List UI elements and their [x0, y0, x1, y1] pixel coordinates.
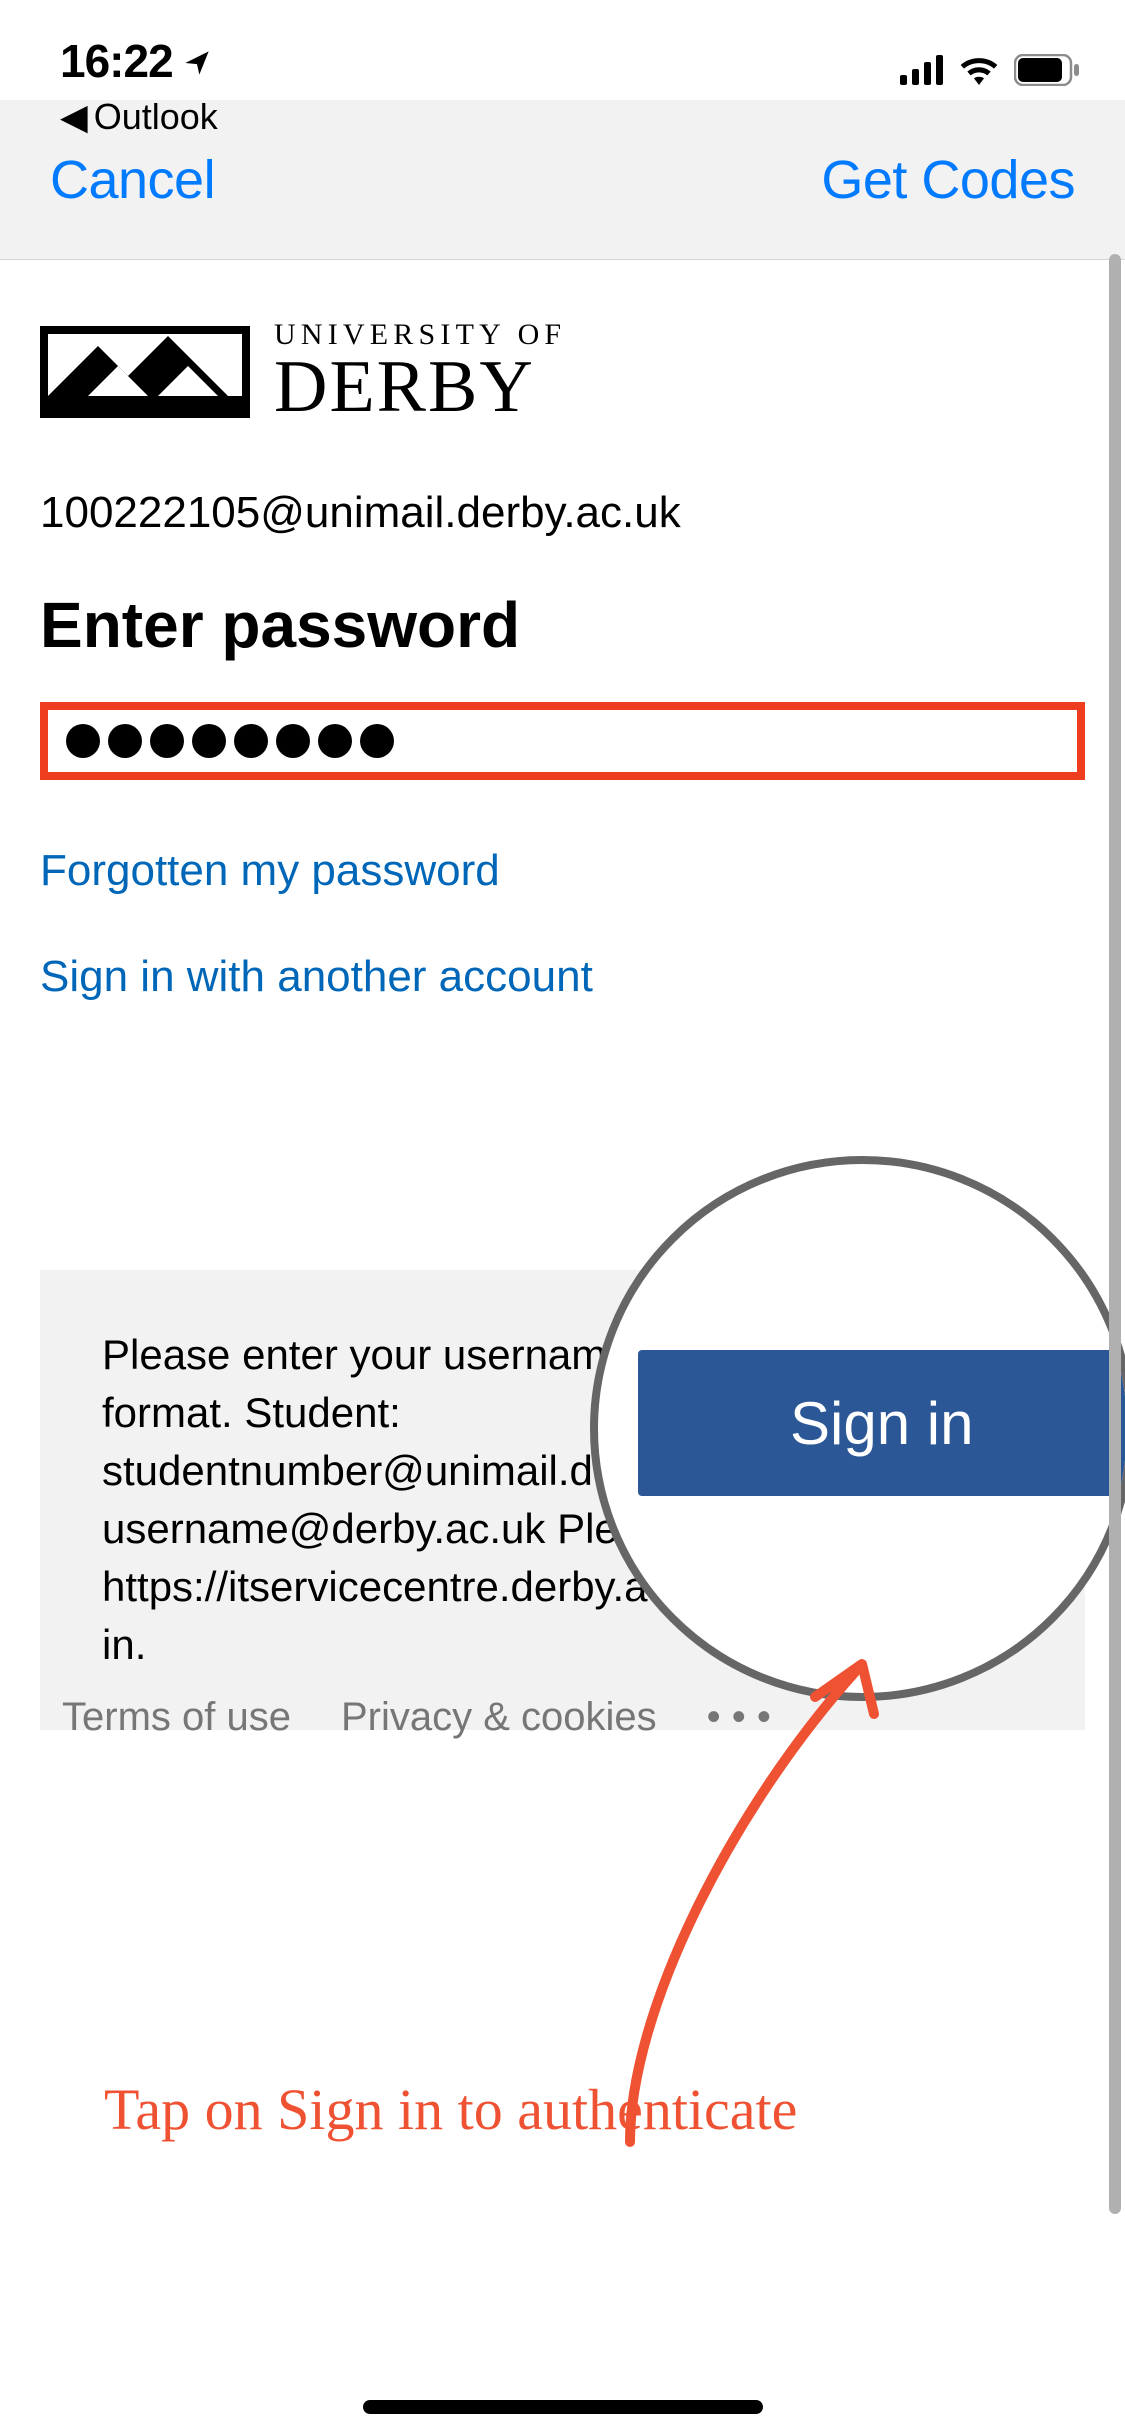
- sign-in-another-account-link[interactable]: Sign in with another account: [40, 952, 1085, 1002]
- magnifier-callout: Sign in: [590, 1156, 1125, 1701]
- password-mask: [66, 724, 1059, 758]
- more-icon[interactable]: • • •: [707, 1695, 771, 1740]
- annotation-text: Tap on Sign in to authenticate: [104, 2076, 797, 2143]
- back-chevron-icon: ◀: [60, 99, 88, 135]
- logo-line2: DERBY: [274, 350, 566, 424]
- terms-of-use-link[interactable]: Terms of use: [62, 1695, 291, 1740]
- get-codes-button[interactable]: Get Codes: [821, 149, 1075, 211]
- status-bar: 16:22 ◀ Outlook: [0, 0, 1125, 100]
- home-indicator[interactable]: [363, 2400, 763, 2414]
- status-right-group: [900, 34, 1080, 91]
- email-display: 100222105@unimail.derby.ac.uk: [40, 488, 1085, 538]
- sign-in-button[interactable]: Sign in: [638, 1350, 1125, 1496]
- battery-icon: [1014, 54, 1080, 91]
- status-left-group: 16:22 ◀ Outlook: [60, 34, 218, 138]
- org-logo: UNIVERSITY OF DERBY: [40, 320, 1085, 424]
- forgot-password-link[interactable]: Forgotten my password: [40, 846, 1085, 896]
- location-icon: [183, 34, 211, 88]
- wifi-icon: [958, 55, 1000, 90]
- privacy-cookies-link[interactable]: Privacy & cookies: [341, 1695, 657, 1740]
- scroll-indicator[interactable]: [1109, 254, 1121, 2214]
- back-to-outlook-link[interactable]: ◀ Outlook: [60, 96, 218, 138]
- footer-links: Terms of use Privacy & cookies • • •: [62, 1695, 771, 1740]
- mountain-logo-icon: [40, 326, 250, 418]
- back-app-label: Outlook: [94, 96, 218, 138]
- content-area: UNIVERSITY OF DERBY 100222105@unimail.de…: [0, 260, 1125, 1730]
- page-title: Enter password: [40, 588, 1085, 662]
- cancel-button[interactable]: Cancel: [50, 149, 215, 211]
- status-time: 16:22: [60, 34, 173, 88]
- cellular-icon: [900, 55, 944, 90]
- password-input[interactable]: [40, 702, 1085, 780]
